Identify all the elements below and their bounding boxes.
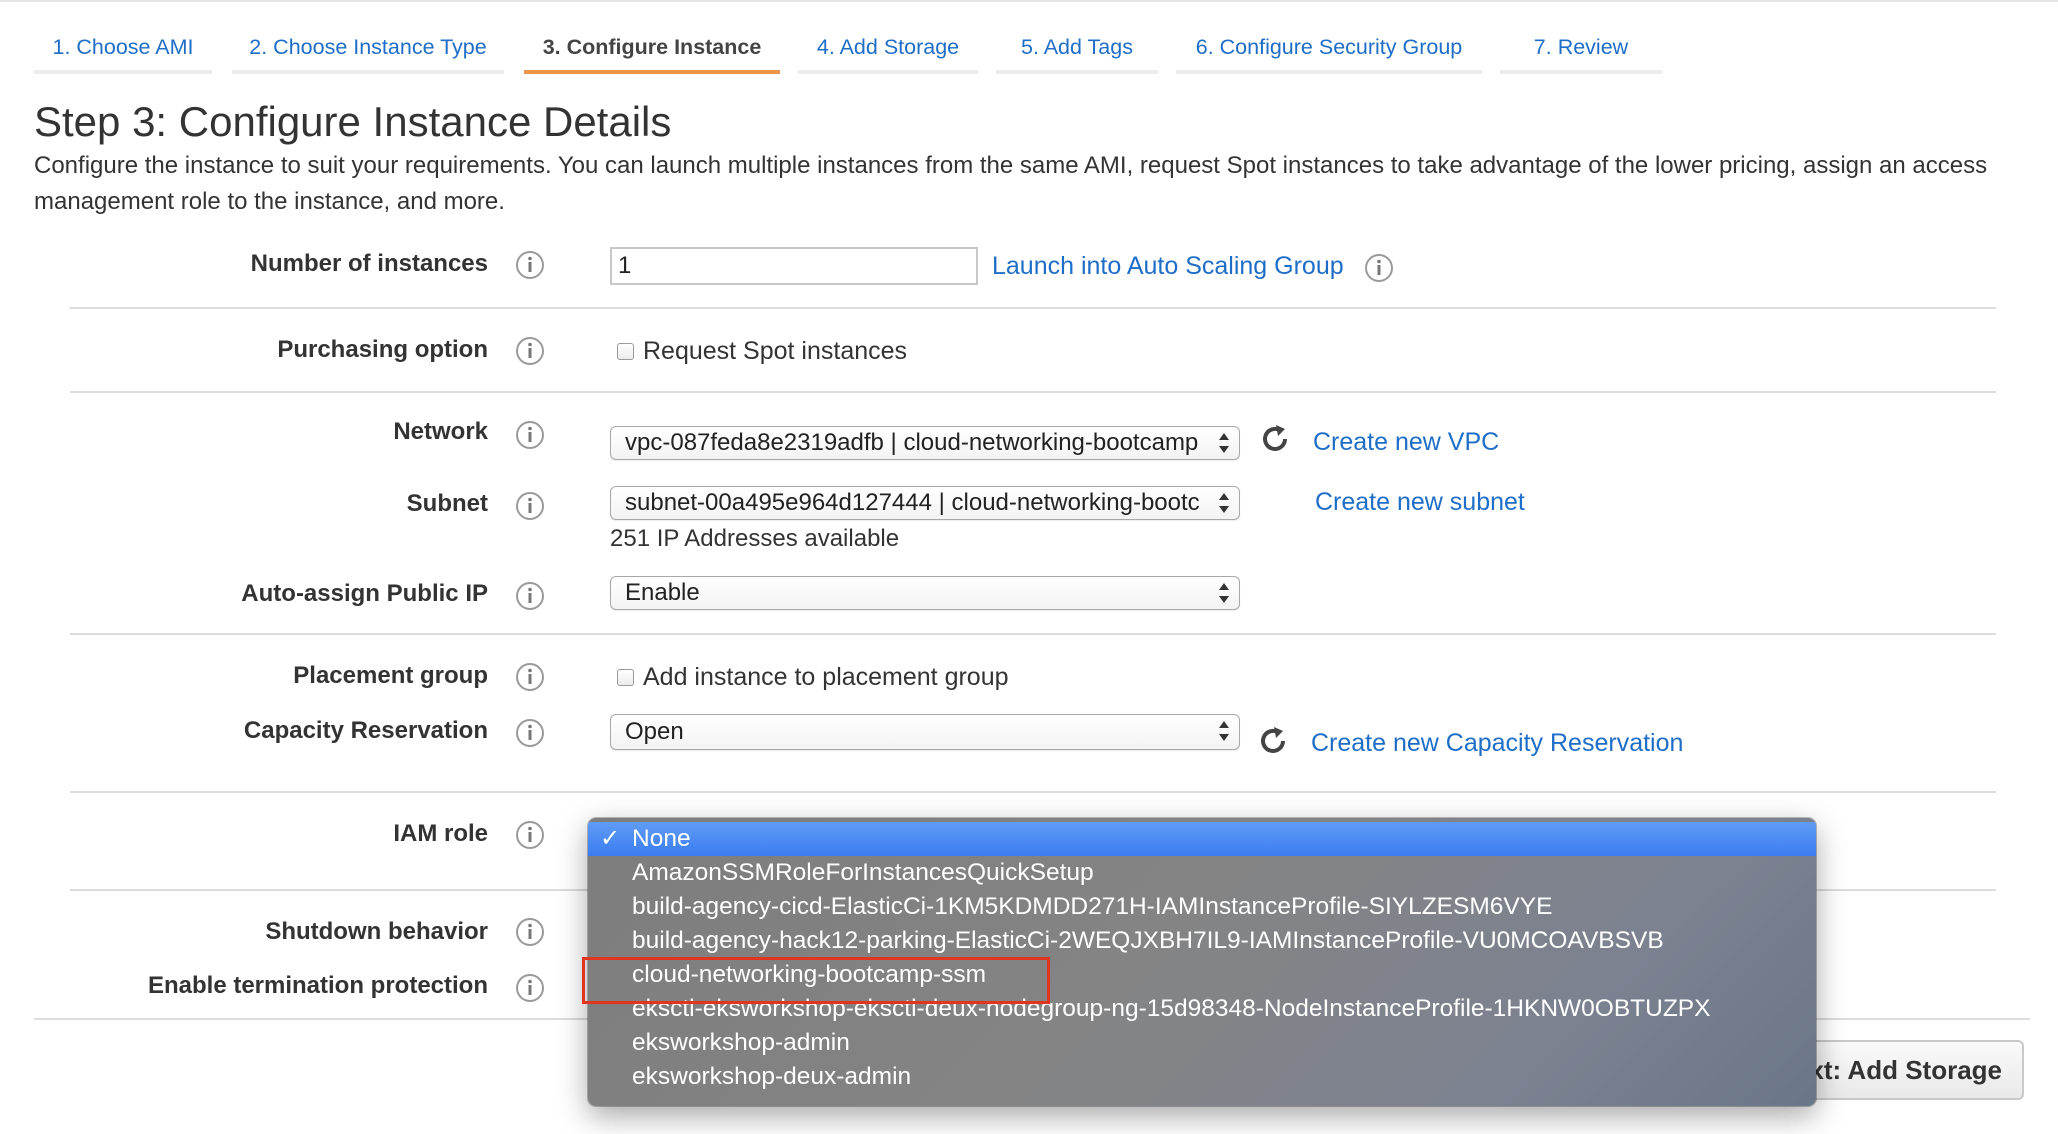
dropdown-option[interactable]: eksworkshop-deux-admin xyxy=(588,1060,1816,1094)
dropdown-option-label: eksworkshop-deux-admin xyxy=(632,1063,912,1090)
termination-protection-label: Enable termination protection xyxy=(147,972,488,999)
subnet-label: Subnet xyxy=(406,490,488,517)
divider xyxy=(70,307,1996,309)
next-add-storage-button[interactable]: xt: Add Storage xyxy=(1780,1040,2024,1100)
info-icon[interactable] xyxy=(515,336,545,366)
dropdown-option[interactable]: build-agency-hack12-parking-ElasticCi-2W… xyxy=(588,924,1816,958)
select-arrows-icon xyxy=(1219,433,1229,453)
dropdown-option-label: build-agency-cicd-ElasticCi-1KM5KDMDD271… xyxy=(632,893,1553,920)
info-icon[interactable] xyxy=(515,250,545,280)
info-icon[interactable] xyxy=(1364,253,1394,283)
dropdown-option[interactable]: AmazonSSMRoleForInstancesQuickSetup xyxy=(588,856,1816,890)
create-capacity-reservation-link[interactable]: Create new Capacity Reservation xyxy=(1311,729,1683,758)
tab-choose-ami[interactable]: 1. Choose AMI xyxy=(34,20,212,74)
create-new-subnet-link[interactable]: Create new subnet xyxy=(1315,488,1525,517)
request-spot-label: Request Spot instances xyxy=(643,337,908,365)
dropdown-option[interactable]: eksworkshop-admin xyxy=(588,1026,1816,1060)
create-new-vpc-link[interactable]: Create new VPC xyxy=(1313,428,1499,457)
tab-configure-security-group[interactable]: 6. Configure Security Group xyxy=(1176,20,1482,74)
request-spot-checkbox[interactable] xyxy=(617,343,634,360)
refresh-icon[interactable] xyxy=(1258,422,1292,456)
dropdown-option-none[interactable]: ✓ None xyxy=(588,822,1816,856)
dropdown-option-label: None xyxy=(632,825,691,852)
select-arrows-icon xyxy=(1219,721,1229,741)
tab-add-storage[interactable]: 4. Add Storage xyxy=(798,20,978,74)
refresh-icon[interactable] xyxy=(1256,724,1290,758)
capacity-reservation-label: Capacity Reservation xyxy=(243,717,488,744)
purchasing-option-label: Purchasing option xyxy=(277,336,488,363)
network-label: Network xyxy=(393,418,488,445)
info-icon[interactable] xyxy=(515,973,545,1003)
tab-add-tags[interactable]: 5. Add Tags xyxy=(996,20,1158,74)
info-icon[interactable] xyxy=(515,662,545,692)
info-icon[interactable] xyxy=(515,420,545,450)
dropdown-option-label: eksworkshop-admin xyxy=(632,1029,850,1056)
tab-configure-instance[interactable]: 3. Configure Instance xyxy=(524,20,780,74)
placement-group-checkbox-label: Add instance to placement group xyxy=(643,663,1009,691)
placement-group-checkbox[interactable] xyxy=(617,669,634,686)
select-arrows-icon xyxy=(1219,493,1229,513)
dropdown-option[interactable]: build-agency-cicd-ElasticCi-1KM5KDMDD271… xyxy=(588,890,1816,924)
subnet-select-value: subnet-00a495e964d127444 | cloud-network… xyxy=(625,489,1200,516)
shutdown-behavior-label: Shutdown behavior xyxy=(265,918,488,945)
launch-auto-scaling-link[interactable]: Launch into Auto Scaling Group xyxy=(992,252,1344,281)
network-select[interactable]: vpc-087feda8e2319adfb | cloud-networking… xyxy=(610,426,1240,460)
divider xyxy=(70,633,1996,635)
info-icon[interactable] xyxy=(515,820,545,850)
capacity-reservation-value: Open xyxy=(625,718,684,745)
checkmark-icon: ✓ xyxy=(600,825,621,852)
auto-assign-ip-label: Auto-assign Public IP xyxy=(241,580,488,607)
info-icon[interactable] xyxy=(515,491,545,521)
capacity-reservation-select[interactable]: Open xyxy=(610,714,1240,750)
select-arrows-icon xyxy=(1219,583,1229,603)
number-of-instances-label: Number of instances xyxy=(250,250,488,277)
divider xyxy=(70,791,1996,793)
auto-assign-ip-select[interactable]: Enable xyxy=(610,576,1240,610)
info-icon[interactable] xyxy=(515,581,545,611)
divider xyxy=(70,391,1996,393)
dropdown-option-label: AmazonSSMRoleForInstancesQuickSetup xyxy=(632,859,1094,886)
page-description: Configure the instance to suit your requ… xyxy=(34,152,1988,215)
subnet-ip-hint: 251 IP Addresses available xyxy=(610,525,900,552)
auto-assign-ip-value: Enable xyxy=(625,579,700,606)
network-select-value: vpc-087feda8e2319adfb | cloud-networking… xyxy=(625,429,1199,456)
top-border xyxy=(0,0,2058,2)
page-title: Step 3: Configure Instance Details xyxy=(34,98,672,145)
tab-choose-instance-type[interactable]: 2. Choose Instance Type xyxy=(232,20,504,74)
info-icon[interactable] xyxy=(515,917,545,947)
placement-group-label: Placement group xyxy=(293,662,488,689)
number-of-instances-input[interactable] xyxy=(610,247,978,285)
info-icon[interactable] xyxy=(515,718,545,748)
tab-review[interactable]: 7. Review xyxy=(1500,20,1662,74)
highlight-annotation-box xyxy=(582,957,1050,1004)
dropdown-option-label: build-agency-hack12-parking-ElasticCi-2W… xyxy=(632,927,1664,954)
subnet-select[interactable]: subnet-00a495e964d127444 | cloud-network… xyxy=(610,486,1240,520)
iam-role-label: IAM role xyxy=(393,820,488,847)
